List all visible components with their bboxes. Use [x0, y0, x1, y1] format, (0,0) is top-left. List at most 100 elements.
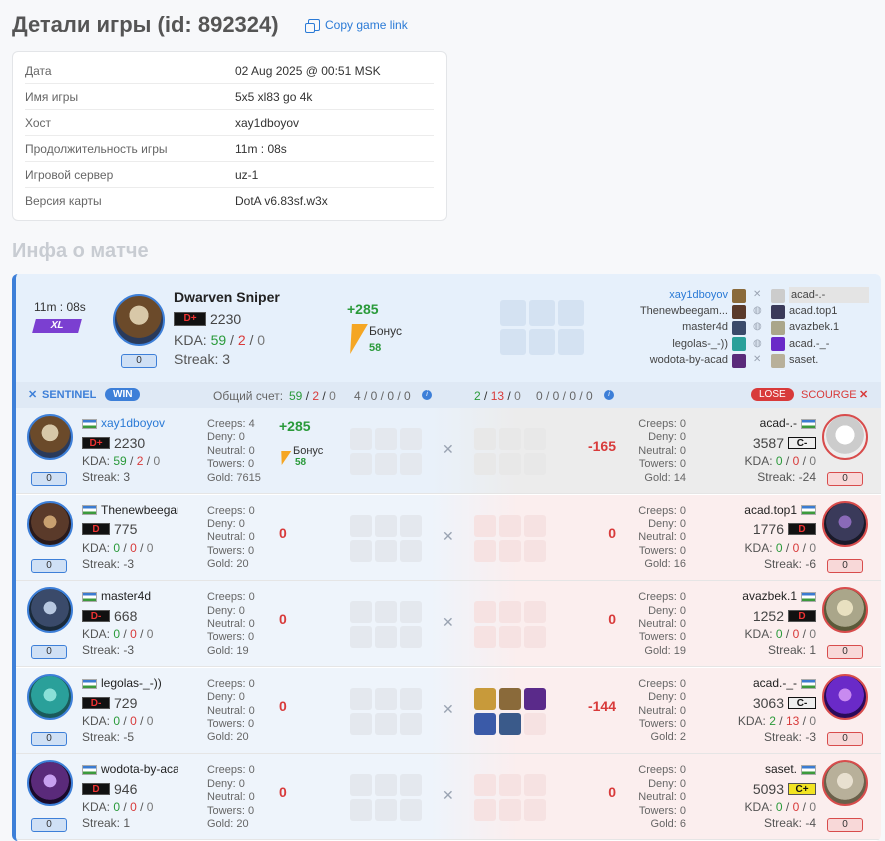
points-change: 0 — [279, 784, 287, 801]
sentinel-player-name[interactable]: wodota-by-acad — [616, 352, 728, 368]
player-pill: 0 — [827, 558, 863, 573]
hero-mini-icon — [732, 288, 746, 303]
assists: 0 — [809, 713, 816, 728]
player-name[interactable]: avazbek.1 — [716, 589, 816, 603]
player-name[interactable]: legolas-_-)) — [82, 676, 178, 690]
details-value: 5x5 xl83 go 4k — [235, 89, 313, 104]
player-name[interactable]: xay1dboyov — [82, 416, 178, 430]
hero-avatar[interactable] — [27, 587, 73, 634]
points-change: +285 — [347, 301, 379, 317]
details-row: Имя игры 5x5 xl83 go 4k — [25, 84, 434, 110]
towers: Towers: 0 — [638, 718, 686, 731]
player-name[interactable]: saset. — [716, 762, 816, 776]
creeps: Creeps: 0 — [207, 504, 255, 517]
hero-mini-icon — [771, 321, 785, 336]
player-pill: 0 — [827, 731, 863, 746]
player-name[interactable]: acad-.- — [716, 416, 816, 430]
scourge-player-name[interactable]: acad.-_- — [789, 336, 869, 352]
info-icon[interactable]: i — [604, 390, 614, 400]
rank-badge: D+ — [82, 436, 110, 449]
kills: 0 — [775, 800, 783, 815]
player-row[interactable]: 0 xay1dboyov D+ 2230 KDA: 59 / 2 / 0 Stre… — [16, 408, 881, 494]
info-icon[interactable]: i — [422, 390, 432, 400]
hero-avatar[interactable] — [822, 673, 868, 720]
swords-icon: ✕ — [442, 787, 454, 804]
flag-icon — [82, 765, 97, 776]
towers: Towers: 0 — [207, 458, 255, 471]
mmr-value: 668 — [114, 607, 138, 624]
item-slot — [400, 601, 422, 624]
item-slot — [400, 539, 422, 562]
deaths: 13 — [785, 713, 800, 728]
player-items — [474, 601, 546, 649]
flag-icon — [801, 505, 816, 516]
item-slot — [474, 774, 496, 797]
neutral: Neutral: 0 — [638, 531, 686, 544]
gold: Gold: 20 — [207, 818, 249, 831]
shield-icon: ◍ — [753, 321, 762, 333]
player-row[interactable]: 0 legolas-_-)) D- 729 KDA: 0 / 0 / 0 Stre… — [16, 667, 881, 754]
mmr-value: 946 — [114, 781, 138, 798]
hero-mini-icon — [732, 337, 746, 352]
item-slot — [400, 712, 422, 735]
deny: Deny: 0 — [648, 777, 686, 790]
kda-line: KDA: 59 / 2 / 0 — [174, 332, 266, 348]
mmr-value: 1776 — [752, 521, 784, 538]
hero-avatar[interactable] — [822, 500, 868, 547]
item-slot — [524, 799, 546, 822]
streak: Streak: -4 — [763, 816, 816, 831]
item-slot — [499, 712, 521, 735]
vs-icons: ✕ ◍ ◍ ◍ ✕ — [753, 287, 762, 368]
player-row[interactable]: 0 Thenewbeegam D 775 KDA: 0 / 0 / 0 Strea… — [16, 494, 881, 581]
player-name[interactable]: acad.top1 — [716, 503, 816, 517]
copy-game-link-label: Copy game link — [325, 18, 408, 32]
player-name[interactable]: Thenewbeegam — [82, 503, 178, 517]
hero-avatar[interactable] — [27, 760, 73, 807]
match-summary[interactable]: 11m : 08s XL 0 Dwarven Sniper D+ 2230 KDA… — [16, 274, 881, 382]
scourge-player-name[interactable]: saset. — [789, 352, 869, 368]
hero-name: Dwarven Sniper — [174, 289, 280, 305]
item-slot — [350, 712, 372, 735]
shield-icon: ◍ — [753, 305, 762, 317]
player-row[interactable]: 0 wodota-by-acad D 946 KDA: 0 / 0 / 0 Str… — [16, 754, 881, 841]
player-name[interactable]: wodota-by-acad — [82, 762, 178, 776]
scourge-player-name[interactable]: avazbek.1 — [789, 319, 869, 335]
hero-avatar[interactable] — [27, 500, 73, 547]
hero-avatar[interactable] — [822, 587, 868, 634]
deny: Deny: 0 — [207, 691, 245, 704]
sentinel-player-name[interactable]: master4d — [616, 319, 728, 335]
deaths: 0 — [130, 627, 137, 642]
item-slot — [524, 601, 546, 624]
sentinel-player-name[interactable]: Thenewbeegam... — [616, 303, 728, 319]
hero-avatar[interactable] — [822, 414, 868, 460]
assists: 0 — [809, 800, 816, 815]
hero-avatar[interactable] — [27, 673, 73, 720]
bonus-label: Бонус — [369, 324, 403, 338]
kda-line: KDA: 0 / 0 / 0 — [744, 540, 816, 555]
hero-avatar[interactable] — [822, 760, 868, 807]
scourge-player-name[interactable]: acad.top1 — [789, 303, 869, 319]
scourge-score: 2 / 13 / 0 — [474, 389, 521, 403]
sentinel-player-name[interactable]: legolas-_-)) — [616, 336, 728, 352]
hero-avatar[interactable] — [27, 414, 73, 460]
match-duration: 11m : 08s — [34, 300, 86, 314]
kda-label: KDA: — [744, 540, 773, 555]
deny: Deny: 0 — [648, 691, 686, 704]
towers: Towers: 0 — [638, 804, 686, 817]
player-name[interactable]: acad.-_- — [716, 676, 816, 690]
scourge-player-name[interactable]: acad-.- — [789, 287, 869, 304]
game-mode-badge: XL — [32, 319, 82, 333]
kda-line: KDA: 0 / 0 / 0 — [744, 454, 816, 468]
neutral: Neutral: 0 — [638, 444, 686, 457]
item-slot — [474, 601, 496, 624]
copy-game-link[interactable]: Copy game link — [305, 18, 408, 33]
player-row[interactable]: 0 master4d D- 668 KDA: 0 / 0 / 0 Streak: … — [16, 581, 881, 668]
details-value: uz-1 — [235, 167, 259, 182]
player-pill: 0 — [827, 645, 863, 660]
player-pill: 0 — [31, 645, 67, 660]
score-assists: 0 — [329, 389, 336, 403]
sentinel-player-name[interactable]: xay1dboyov — [616, 287, 728, 303]
deny: Deny: 0 — [207, 777, 245, 790]
player-name[interactable]: master4d — [82, 589, 178, 603]
item-slot — [499, 799, 521, 822]
